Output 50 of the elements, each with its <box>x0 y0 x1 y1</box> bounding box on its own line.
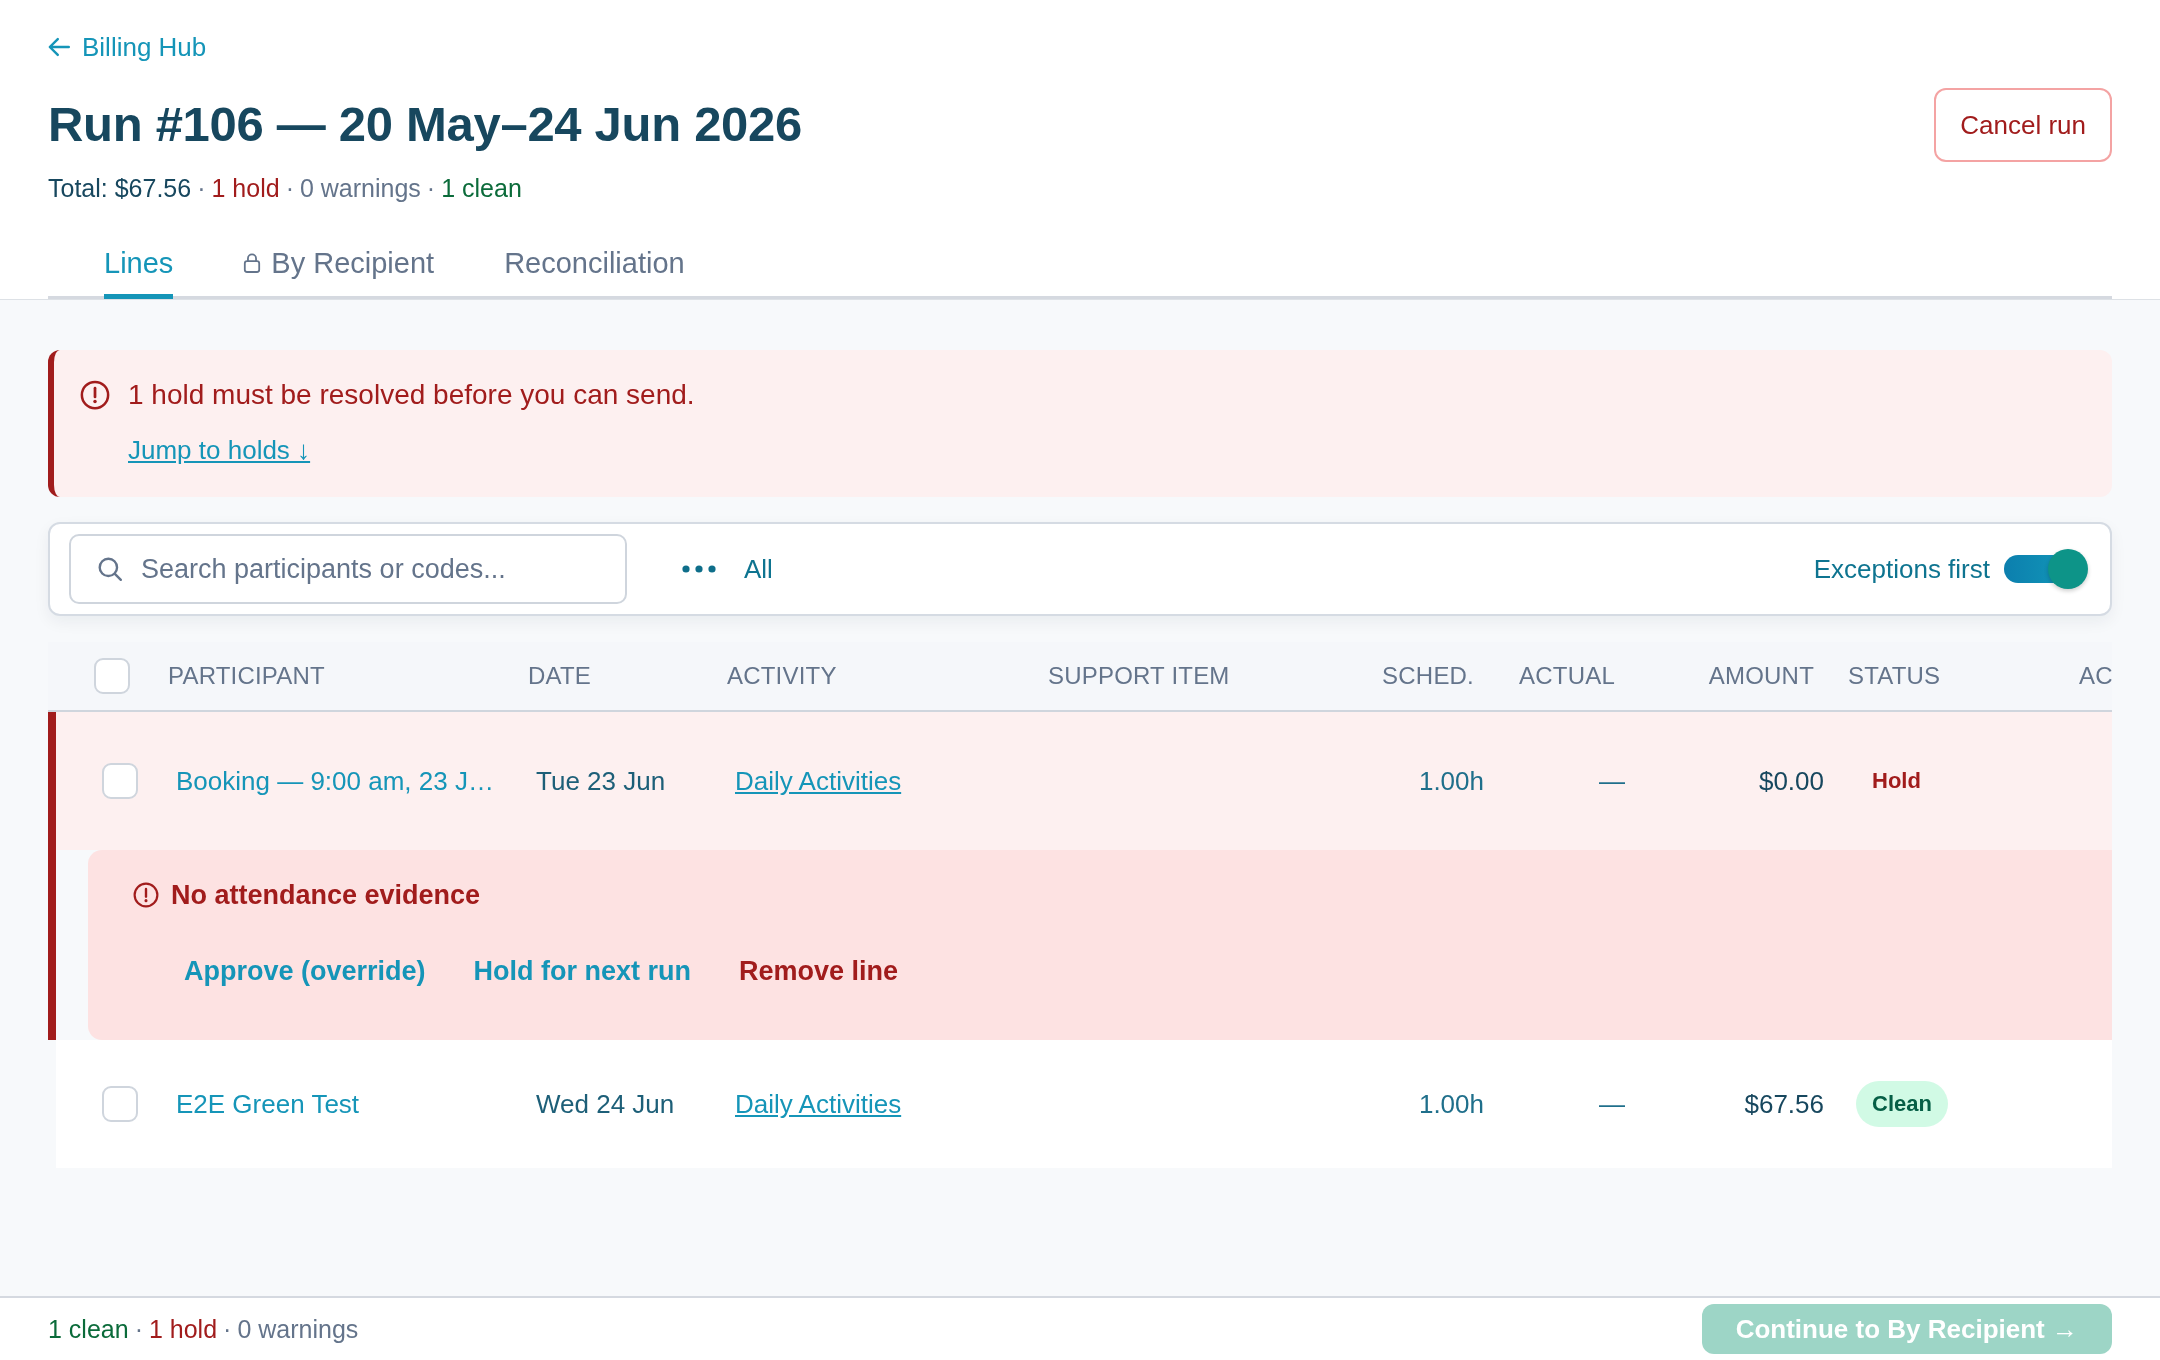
select-all-checkbox[interactable] <box>94 658 130 694</box>
action-link[interactable]: Remove line <box>739 954 899 988</box>
scheduled-hours-text: 1.00h <box>1418 1088 1484 1120</box>
action-link[interactable]: Approve (override) <box>184 954 426 988</box>
status-badge: Clean <box>1856 1081 1948 1127</box>
column-header: AMOUNT <box>1708 662 1814 690</box>
activity-link[interactable]: Daily Activities <box>735 1088 902 1120</box>
actual-hours-text: — <box>1599 1088 1625 1120</box>
toggle-switch[interactable] <box>2004 549 2088 589</box>
column-header: AC <box>2079 662 2113 690</box>
column-header: DATE <box>528 662 592 690</box>
run-summary: Total: $67.56 · 1 hold · 0 warnings · 1 clean <box>48 173 522 204</box>
exceptions-first-label: Exceptions first <box>1813 553 1990 585</box>
filter-option[interactable]: All <box>744 553 773 585</box>
participant-link[interactable]: E2E Green Test <box>176 1088 360 1120</box>
alert-circle-icon <box>133 882 159 908</box>
column-header: ACTIVITY <box>727 662 837 690</box>
alert-circle-icon <box>80 380 110 410</box>
footer-summary: 1 clean · 1 hold · 0 warnings <box>48 1314 359 1345</box>
status-label: Hold <box>1871 767 1922 795</box>
lock-icon <box>243 253 262 273</box>
search-icon <box>97 556 123 582</box>
tab[interactable]: Reconciliation <box>504 234 685 299</box>
search-field[interactable]: Search participants or codes... <box>69 534 627 604</box>
amount-text: $67.56 <box>1744 1088 1824 1120</box>
actual-hours-text: — <box>1599 765 1625 797</box>
column-header: SUPPORT ITEM <box>1048 662 1230 690</box>
column-header: SCHED. <box>1382 662 1474 690</box>
row-checkbox[interactable] <box>102 763 138 799</box>
tab[interactable]: By Recipient <box>243 234 435 299</box>
action-link[interactable]: Hold for next run <box>473 954 692 988</box>
column-header: ACTUAL <box>1519 662 1615 690</box>
cancel-run-button[interactable]: Cancel run <box>1934 88 2112 162</box>
date-text: Wed 24 Jun <box>536 1088 675 1120</box>
column-header: PARTICIPANT <box>168 662 325 690</box>
page-title: Run #106 — 20 May–24 Jun 2026 <box>48 96 802 152</box>
amount-text: $0.00 <box>1758 765 1824 797</box>
tab[interactable]: Lines <box>104 234 174 299</box>
issue-message: No attendance evidence <box>171 879 481 912</box>
arrow-left-icon <box>48 37 70 57</box>
participant-link[interactable]: Booking — 9:00 am, 23 J… <box>176 765 494 797</box>
jump-to-holds-link[interactable]: Jump to holds ↓ <box>128 434 311 466</box>
date-text: Tue 23 Jun <box>536 765 666 797</box>
activity-link[interactable]: Daily Activities <box>735 765 902 797</box>
column-header: STATUS <box>1848 662 1941 690</box>
more-dots-icon[interactable] <box>682 565 716 573</box>
row-checkbox[interactable] <box>102 1086 138 1122</box>
back-link[interactable]: Billing Hub <box>48 32 207 62</box>
scheduled-hours-text: 1.00h <box>1418 765 1484 797</box>
alert-message: 1 hold must be resolved before you can send. <box>128 378 695 412</box>
